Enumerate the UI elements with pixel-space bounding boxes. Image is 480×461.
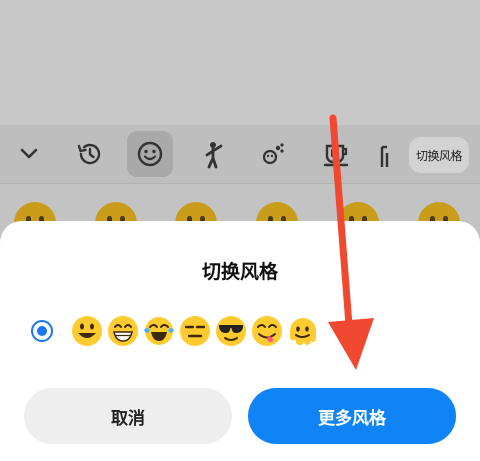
yum-face-icon (252, 316, 282, 346)
recent-clock-icon (77, 143, 101, 165)
sunglasses-face-icon (216, 316, 246, 346)
objects-icon (380, 145, 389, 167)
person-gesture-icon (205, 142, 223, 169)
emoji-category-toolbar (0, 125, 480, 184)
animals-icon (262, 143, 284, 165)
switch-style-dialog: 切换风格 取消 更多风格 (0, 221, 480, 461)
dialog-title: 切换风格 (201, 261, 278, 283)
tears-of-joy-face-icon (144, 317, 174, 345)
melting-face-icon (290, 318, 316, 346)
objects-tab[interactable] (370, 131, 400, 177)
chevron-down-icon (20, 148, 38, 159)
collapse-button[interactable] (6, 131, 52, 177)
style-preview-emoji-row[interactable] (70, 314, 320, 350)
animals-tab[interactable] (250, 131, 296, 177)
recent-tab[interactable] (66, 131, 112, 177)
expressionless-face-icon (180, 316, 210, 346)
smiley-face-icon (137, 141, 163, 167)
food-tab[interactable] (313, 131, 359, 177)
grinning-face-icon (72, 316, 102, 346)
more-styles-button[interactable]: 更多风格 (248, 388, 456, 444)
beaming-face-icon (108, 316, 138, 346)
smileys-tab[interactable] (127, 131, 173, 177)
style-radio-selected[interactable] (31, 320, 53, 342)
app-content-area (0, 0, 480, 125)
cancel-button[interactable]: 取消 (24, 388, 232, 444)
people-tab[interactable] (189, 131, 235, 177)
food-cup-icon (323, 144, 349, 167)
switch-style-button[interactable]: 切换风格 (409, 137, 469, 173)
